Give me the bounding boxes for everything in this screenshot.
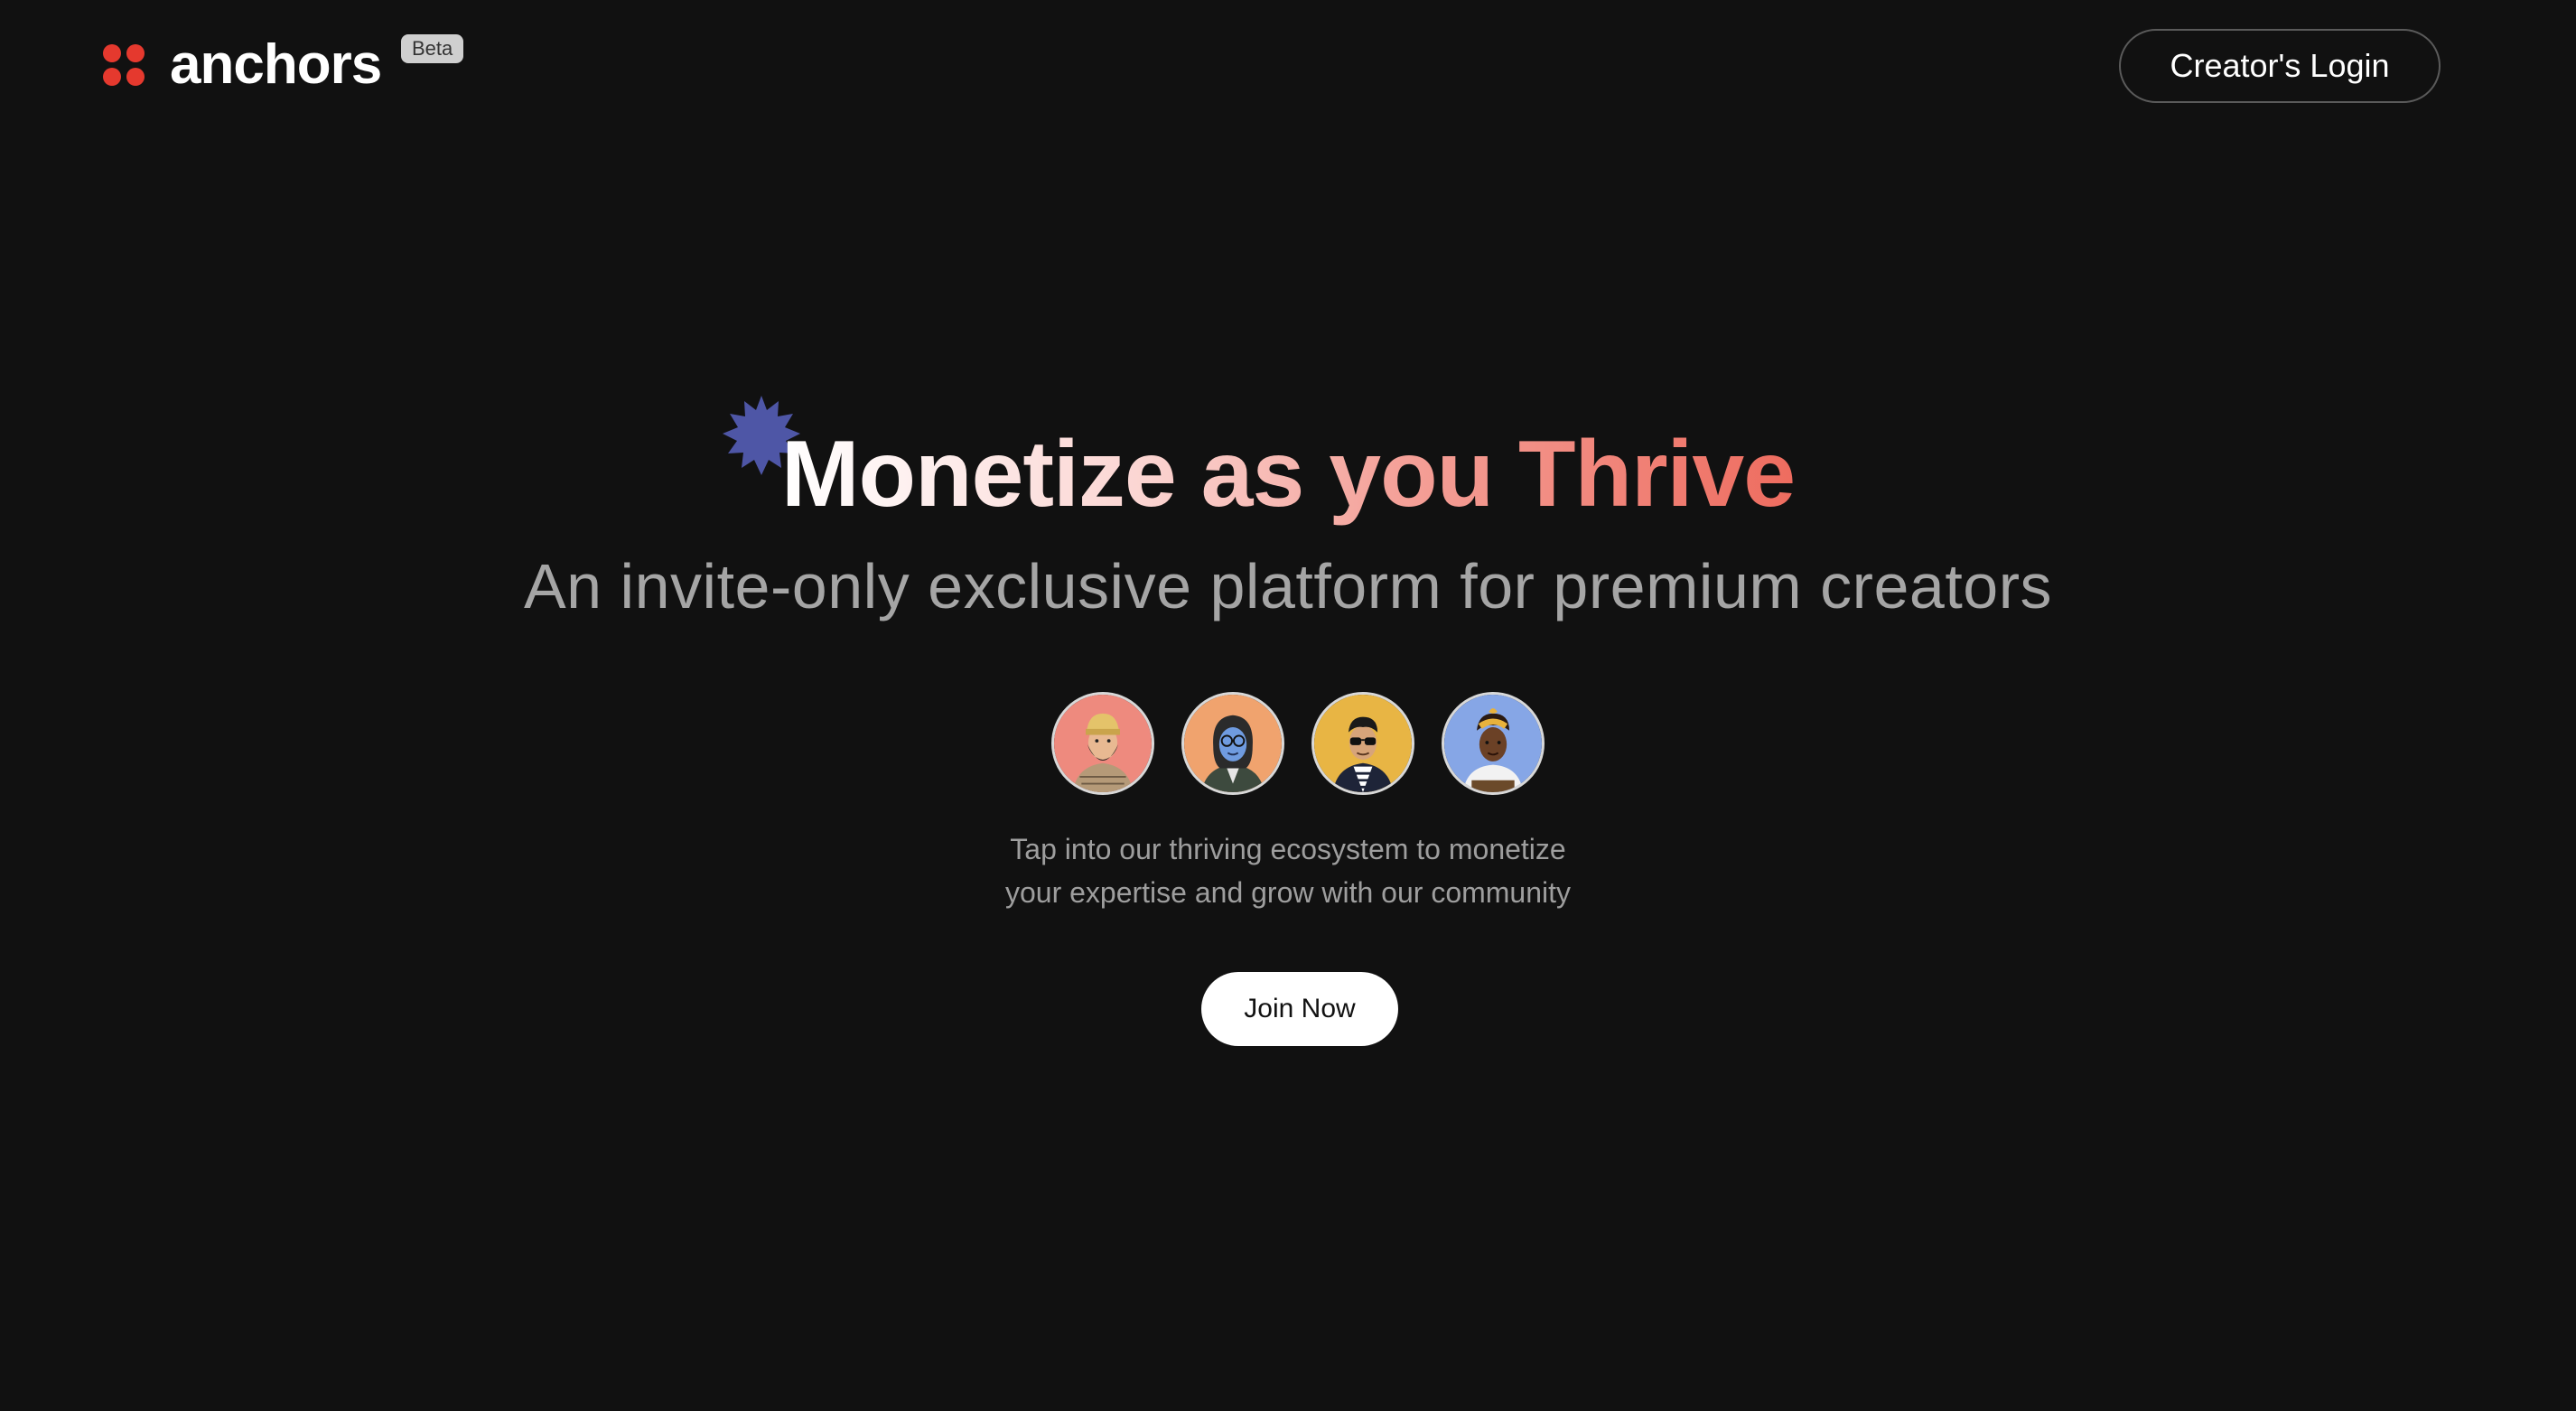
beta-badge: Beta [401,34,464,64]
creator-avatar-3 [1311,692,1414,795]
header: anchors Beta Creator's Login [0,0,2576,135]
brand-logo[interactable]: anchors [101,31,382,99]
hero-description: Tap into our thriving ecosystem to monet… [0,827,2576,914]
join-now-button[interactable]: Join Now [1201,972,1398,1046]
creator-avatar-1 [1051,692,1154,795]
landing-page: anchors Beta Creator's Login Monetize as… [0,0,2576,1411]
creator-avatar-4 [1442,692,1545,795]
hero-description-line-2: your expertise and grow with our communi… [1004,876,1572,909]
logo-dots-icon [101,42,146,88]
hero-description-line-1: Tap into our thriving ecosystem to monet… [1010,833,1566,865]
hero-title: Monetize as you Thrive [780,422,1796,527]
brand-name: anchors [170,33,382,96]
hero-subtitle: An invite-only exclusive platform for pr… [523,551,2053,621]
creator-avatar-2 [1181,692,1284,795]
creator-login-button[interactable]: Creator's Login [2119,29,2441,103]
creator-avatars [1051,692,1545,795]
